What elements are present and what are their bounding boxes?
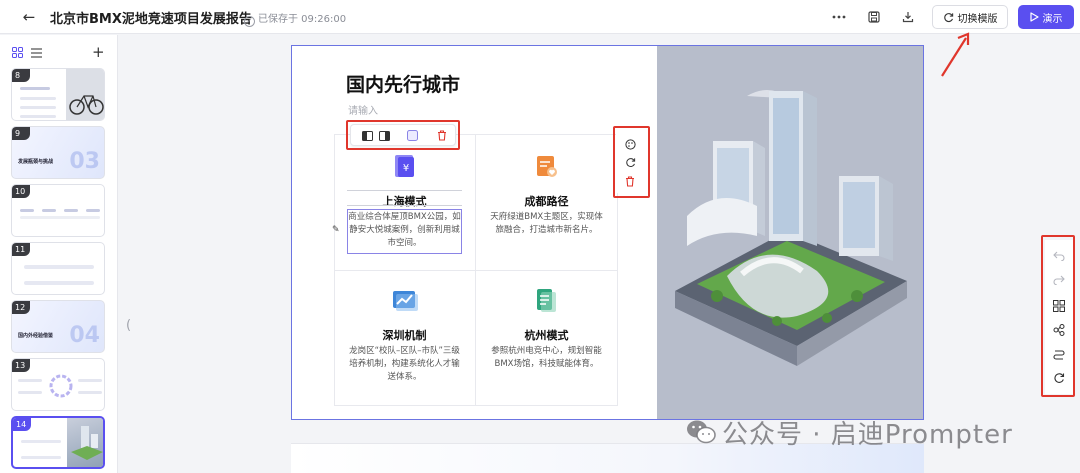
city-illustration[interactable] — [657, 46, 923, 419]
slide-thumbnail-10[interactable]: 10 — [11, 184, 105, 237]
heart-document-icon — [537, 156, 557, 177]
annotation-arrow — [941, 32, 970, 77]
wechat-logo-icon — [687, 420, 716, 444]
slide-thumbnail-9[interactable]: 9 发展瓶颈与挑战 03 — [11, 126, 105, 179]
city-image-thumb — [67, 418, 103, 467]
card-chengdu[interactable]: 成都路径 天府绿道BMX主题区，实现体旅融合，打造城市新名片。 — [476, 134, 617, 270]
bicycle-image — [66, 69, 104, 120]
slide-number: 12 — [12, 301, 30, 314]
card-title[interactable]: 成都路径 — [476, 193, 617, 209]
document-title[interactable]: 北京市BMX泥地竞速项目发展报告 — [50, 8, 252, 27]
play-icon — [1029, 12, 1039, 22]
grid-view-icon[interactable] — [12, 47, 23, 61]
annotation-highlight-box — [613, 126, 650, 198]
chart-trend-icon — [393, 291, 418, 311]
slide-thumbnail-title: 发展瓶颈与挑战 — [18, 159, 54, 165]
section-number: 03 — [69, 149, 100, 174]
selected-title-box — [347, 190, 462, 206]
slide-thumbnail-13[interactable]: 13 — [11, 358, 105, 411]
ring-diagram-thumb — [49, 374, 73, 398]
slide-thumbnail-8[interactable]: 8 — [11, 68, 105, 121]
slide-number: 11 — [12, 243, 30, 256]
save-disk-icon[interactable] — [863, 6, 885, 28]
add-slide-icon[interactable]: + — [92, 43, 105, 61]
switch-template-label: 切换模版 — [957, 13, 998, 25]
slide-number: 14 — [13, 418, 31, 431]
id-card-icon: ¥ — [395, 155, 414, 177]
slide-number: 13 — [12, 359, 30, 372]
check-circle-icon: ✓ — [244, 16, 255, 27]
document-list-icon — [537, 289, 556, 312]
refresh-icon — [943, 12, 953, 22]
present-label: 演示 — [1042, 13, 1063, 25]
card-description[interactable]: 参照杭州电竞中心，规划智能BMX场馆，科技赋能体育。 — [488, 345, 605, 371]
subtitle-placeholder[interactable]: 请输入 — [348, 102, 378, 117]
watermark-text: 公众号 · 启迪Prompter — [722, 419, 1013, 450]
present-button[interactable]: 演示 — [1018, 5, 1074, 29]
back-arrow-icon[interactable]: ← — [20, 8, 38, 26]
card-title[interactable]: 深圳机制 — [334, 327, 475, 343]
slide-canvas[interactable]: 国内先行城市 请输入 ¥ 上海模式 商业综合体屋顶BMX公园，如静安大悦城案例，… — [291, 45, 924, 420]
download-icon[interactable] — [897, 6, 919, 28]
card-shenzhen[interactable]: 深圳机制 龙岗区“校队–区队–市队”三级培养机制，构建系统化人才输送体系。 — [334, 270, 475, 406]
top-bar: ← 北京市BMX泥地竞速项目发展报告 ✓ 已保存于 09:26:00 切换模版 演… — [0, 0, 1080, 34]
slide-title[interactable]: 国内先行城市 — [346, 70, 460, 97]
sidebar-collapse-handle[interactable]: ( — [126, 318, 131, 333]
more-options-icon[interactable] — [828, 6, 850, 28]
list-view-icon[interactable] — [31, 47, 42, 61]
slide-number: 9 — [12, 127, 30, 140]
card-title[interactable]: 杭州模式 — [476, 327, 617, 343]
card-description[interactable]: 天府绿道BMX主题区，实现体旅融合，打造城市新名片。 — [488, 211, 605, 237]
slide-thumbnail-12[interactable]: 12 国内外经验借鉴 04 — [11, 300, 105, 353]
slide-thumbnail-title: 国内外经验借鉴 — [18, 333, 54, 339]
selected-text-box[interactable] — [347, 209, 462, 254]
watermark: 公众号 · 启迪Prompter — [686, 412, 1013, 452]
save-status: ✓ 已保存于 09:26:00 — [244, 10, 346, 27]
switch-template-button[interactable]: 切换模版 — [932, 5, 1008, 29]
annotation-highlight-box — [346, 120, 460, 150]
slide-thumbnail-14[interactable]: 14 — [11, 416, 105, 469]
save-status-text: 已保存于 09:26:00 — [258, 14, 347, 25]
card-hangzhou[interactable]: 杭州模式 参照杭州电竞中心，规划智能BMX场馆，科技赋能体育。 — [476, 270, 617, 406]
card-description[interactable]: 龙岗区“校队–区队–市队”三级培养机制，构建系统化人才输送体系。 — [346, 345, 463, 384]
slide-sidebar: + 8 9 发展瓶颈与挑战 03 10 11 12 国内外经验借鉴 04 13 … — [0, 35, 118, 473]
section-number: 04 — [69, 323, 100, 348]
slide-number: 10 — [12, 185, 30, 198]
svg-text:¥: ¥ — [403, 163, 409, 174]
edit-pen-icon[interactable]: ✎ — [332, 225, 340, 235]
slide-number: 8 — [12, 69, 30, 82]
slide-thumbnail-11[interactable]: 11 — [11, 242, 105, 295]
annotation-highlight-box — [1041, 235, 1075, 397]
